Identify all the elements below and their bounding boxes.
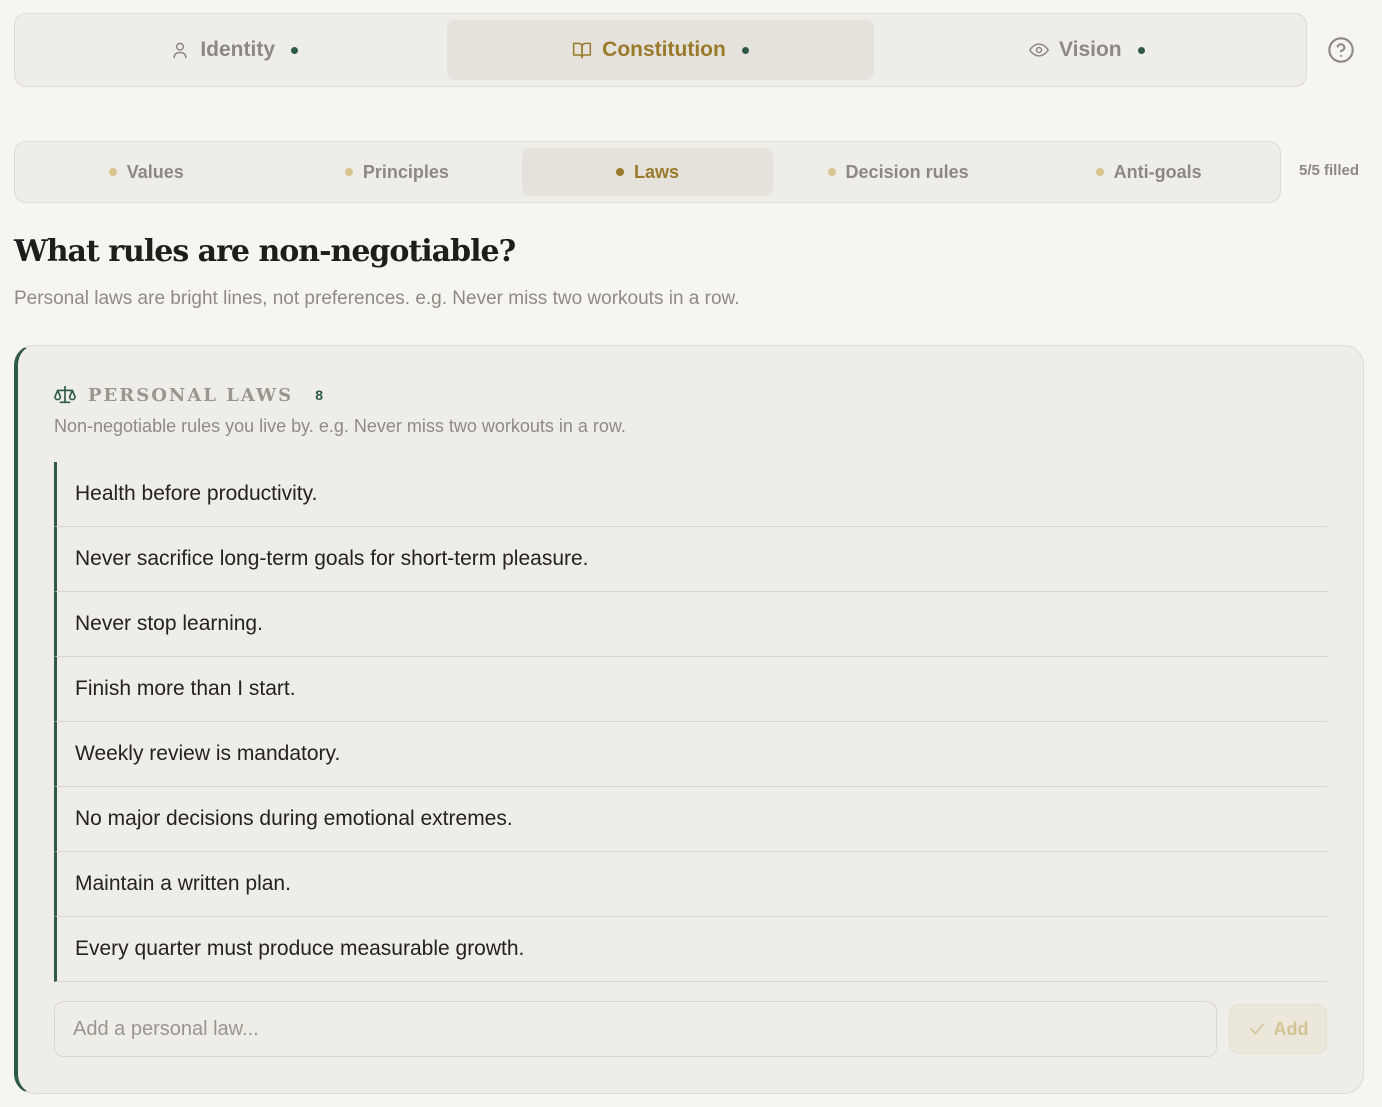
list-item[interactable]: Finish more than I start. [54,657,1327,722]
status-dot [291,46,298,54]
page-title: What rules are non-negotiable? [14,234,516,269]
subtab-anti-goals-label: Anti-goals [1113,161,1202,182]
list-item[interactable]: Maintain a written plan. [54,852,1327,917]
book-open-icon [572,40,592,60]
list-item[interactable]: Weekly review is mandatory. [54,722,1327,787]
tab-constitution-label: Constitution [602,38,726,61]
list-item[interactable]: Never sacrifice long-term goals for shor… [54,527,1327,592]
scale-icon [54,384,76,406]
status-dot [615,168,624,176]
help-button[interactable] [1327,36,1355,64]
card-title: PERSONAL LAWS [88,384,294,406]
user-icon [170,40,190,60]
tab-identity[interactable]: Identity [21,20,447,80]
tab-identity-label: Identity [200,38,275,61]
add-law-input[interactable] [54,1001,1217,1057]
subtab-principles[interactable]: Principles [272,148,523,196]
subtab-laws[interactable]: Laws [522,148,773,196]
page-subtitle: Personal laws are bright lines, not pref… [14,288,740,309]
subtab-values-label: Values [126,161,184,182]
constitution-subtabs: Values Principles Laws Decision rules An… [14,141,1281,203]
list-item[interactable]: Every quarter must produce measurable gr… [54,917,1327,982]
section-tabs: Identity Constitution Vision [14,13,1307,87]
list-item[interactable]: No major decisions during emotional extr… [54,787,1327,852]
tab-vision[interactable]: Vision [874,20,1300,80]
help-circle-icon [1328,37,1354,63]
count-badge: 8 [315,387,323,403]
card-description: Non-negotiable rules you live by. e.g. N… [54,416,626,436]
card-header: PERSONAL LAWS 8 [54,384,323,406]
status-dot [741,46,749,54]
add-law-button[interactable]: Add [1229,1004,1327,1054]
list-item[interactable]: Health before productivity. [54,462,1327,527]
list-item[interactable]: Never stop learning. [54,592,1327,657]
constitution-page: Identity Constitution Vision Values Prin… [0,0,1382,1107]
check-icon [1249,1023,1264,1035]
subtab-principles-label: Principles [362,161,449,182]
subtab-anti-goals[interactable]: Anti-goals [1023,148,1274,196]
status-dot [827,168,836,176]
subtab-values[interactable]: Values [21,148,272,196]
status-dot [108,168,117,176]
add-button-label: Add [1273,1018,1309,1039]
status-dot [1095,168,1104,176]
status-dot [1137,46,1145,54]
subtab-laws-label: Laws [633,161,679,182]
tab-vision-label: Vision [1059,38,1122,61]
filled-count: 5/5 filled [1299,162,1360,179]
eye-icon [1029,40,1049,60]
subtab-decision-rules[interactable]: Decision rules [773,148,1024,196]
tab-constitution[interactable]: Constitution [447,20,874,80]
law-list: Health before productivity. Never sacrif… [54,462,1327,982]
personal-laws-card: PERSONAL LAWS 8 Non-negotiable rules you… [14,345,1364,1094]
add-law-row: Add [54,1001,1327,1057]
subtab-decision-rules-label: Decision rules [845,161,969,182]
status-dot [344,168,353,176]
